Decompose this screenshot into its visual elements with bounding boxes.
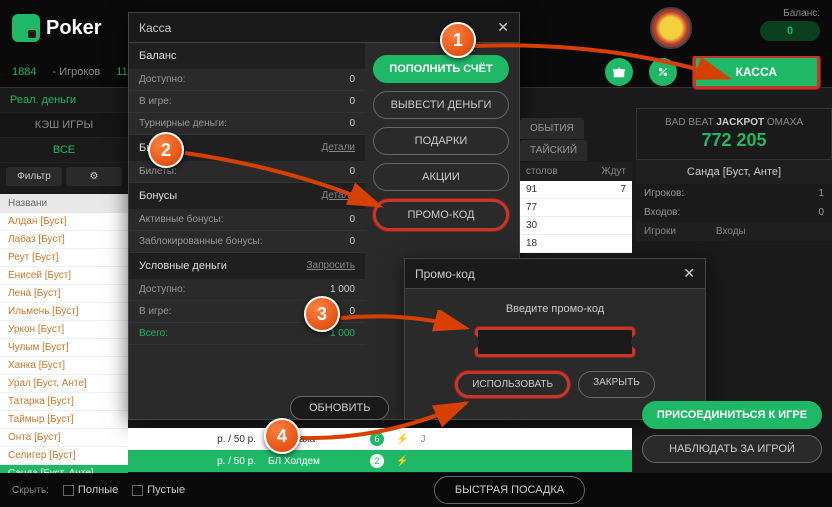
balance-box: Баланс: 0 [760,8,820,41]
logo: Poker [12,14,102,42]
list-item[interactable]: Алдан [Буст] [0,213,128,231]
filter-button[interactable]: Фильтр [6,167,62,186]
callout-2: 2 [148,132,184,168]
jackpot-box[interactable]: BAD BEAT JACKPOT ОМАХА 772 205 [636,108,832,160]
logo-icon [12,14,40,42]
list-item[interactable]: Уркон [Буст] [0,321,128,339]
callout-4: 4 [264,418,300,454]
players-label: - Игроков [52,66,100,78]
checkbox-full[interactable]: Полные [63,484,118,496]
nav-real-money[interactable]: Реал. деньги [0,88,128,113]
promo-icon[interactable] [649,58,677,86]
list-item[interactable]: Чулым [Буст] [0,339,128,357]
close-icon[interactable]: ✕ [683,265,695,282]
kassa-sidebar: Баланс Доступно:0 В игре:0 Турнирные ден… [129,43,365,419]
callout-1: 1 [440,22,476,58]
list-item[interactable]: Урал [Буст, Анте] [0,375,128,393]
withdraw-button[interactable]: ВЫВЕСТИ ДЕНЬГИ [373,91,509,119]
left-nav: Реал. деньги КЭШ ИГРЫ ВСЕ Фильтр ⚙ [0,88,128,190]
jackpot-title: BAD BEAT JACKPOT ОМАХА [645,117,823,128]
logo-text: Poker [46,17,102,40]
actions-button[interactable]: АКЦИИ [373,163,509,191]
callout-3: 3 [304,296,340,332]
tabs: ОБЫТИЯ [520,118,584,139]
promo-code-button[interactable]: ПРОМО-КОД [373,199,509,231]
list-item[interactable]: Ханка [Буст] [0,357,128,375]
list-item[interactable]: Селигер [Буст] [0,447,128,465]
right-panel: BAD BEAT JACKPOT ОМАХА 772 205 Санда [Бу… [636,108,832,241]
mid-table: столовЖдут 917 77 30 18 [520,162,632,253]
section-balance: Баланс [129,43,365,69]
balance-value[interactable]: 0 [760,21,820,41]
kassa-button[interactable]: КАССА [693,55,820,89]
list-item[interactable]: Енисей [Буст] [0,267,128,285]
nav-all[interactable]: ВСЕ [0,138,128,163]
balance-label: Баланс: [760,8,820,19]
gift-icon[interactable] [605,58,633,86]
bottom-rows: р. / 50 р.ПЛ Омаха6⚡J р. / 50 р.БЛ Холде… [128,428,632,472]
avatar[interactable] [650,7,692,49]
ticket-notch-icon [463,334,479,350]
list-item[interactable]: Ильмень [Буст] [0,303,128,321]
hide-label: Скрыть: [12,485,49,496]
list-item[interactable]: Таймыр [Буст] [0,411,128,429]
tab-events[interactable]: ОБЫТИЯ [520,118,584,139]
section-bonuses: БонусыДетали [129,183,365,209]
tab-chinese[interactable]: ТАЙСКИЙ [520,140,587,161]
table-row-selected[interactable]: р. / 50 р.БЛ Холдем2⚡ [128,450,632,472]
ticket-notch-icon [631,334,647,350]
update-button[interactable]: ОБНОВИТЬ [290,396,389,420]
kassa-modal-title: Касса [139,21,171,35]
topup-button[interactable]: ПОПОЛНИТЬ СЧЁТ [373,55,509,83]
promo-label: Введите промо-код [419,303,691,315]
list-header: Названи [0,194,128,213]
list-item[interactable]: Онта [Буст] [0,429,128,447]
promo-modal: Промо-код ✕ Введите промо-код ИСПОЛЬЗОВА… [404,258,706,420]
list-item[interactable]: Татарка [Буст] [0,393,128,411]
join-game-button[interactable]: ПРИСОЕДИНИТЬСЯ К ИГРЕ [642,401,822,429]
checkbox-empty[interactable]: Пустые [132,484,185,496]
promo-code-input[interactable] [475,327,635,357]
players-count: 1884 [12,66,36,78]
watch-game-button[interactable]: НАБЛЮДАТЬ ЗА ИГРОЙ [642,435,822,463]
right-actions: ПРИСОЕДИНИТЬСЯ К ИГРЕ НАБЛЮДАТЬ ЗА ИГРОЙ [642,401,822,463]
jackpot-amount: 772 205 [645,130,823,151]
close-button[interactable]: ЗАКРЫТЬ [578,371,655,398]
use-button[interactable]: ИСПОЛЬЗОВАТЬ [455,371,570,398]
promo-modal-title: Промо-код [415,267,475,281]
close-icon[interactable]: ✕ [497,19,509,36]
list-item[interactable]: Лабаз [Буст] [0,231,128,249]
fast-seat-button[interactable]: БЫСТРАЯ ПОСАДКА [434,476,585,504]
right-table-title: Санда [Буст, Анте] [636,160,832,184]
gifts-button[interactable]: ПОДАРКИ [373,127,509,155]
promo-input-wrap [455,327,655,357]
list-item[interactable]: Реут [Буст] [0,249,128,267]
footer: Скрыть: Полные Пустые БЫСТРАЯ ПОСАДКА [0,473,832,507]
section-play-money: Условные деньгиЗапросить [129,253,365,279]
kassa-buttons: ПОПОЛНИТЬ СЧЁТ ВЫВЕСТИ ДЕНЬГИ ПОДАРКИ АК… [363,43,519,243]
game-list: Названи Алдан [Буст] Лабаз [Буст] Реут [… [0,194,128,483]
settings-icon[interactable]: ⚙ [66,167,122,186]
promo-modal-header[interactable]: Промо-код ✕ [405,259,705,289]
nav-cash-games[interactable]: КЭШ ИГРЫ [0,113,128,138]
list-item[interactable]: Лена [Буст] [0,285,128,303]
